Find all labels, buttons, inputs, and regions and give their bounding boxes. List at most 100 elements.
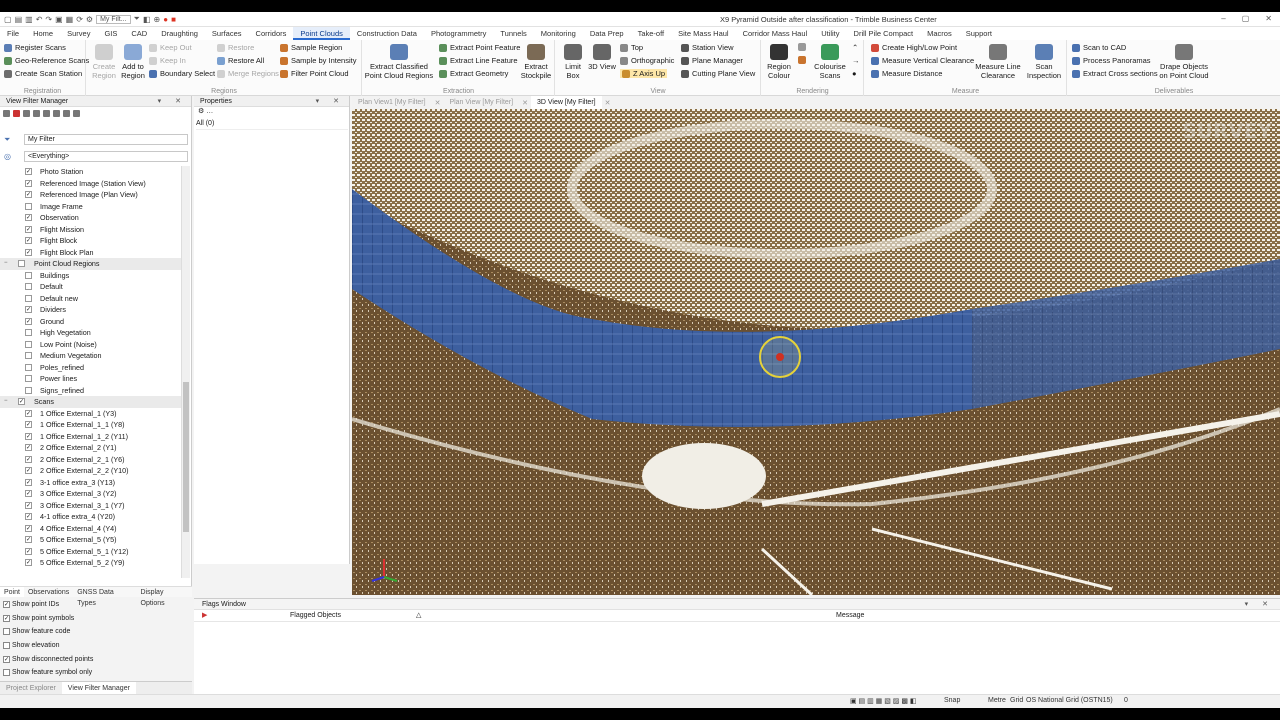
scrollbar-thumb[interactable] (183, 382, 189, 532)
open-icon[interactable]: ▤ (15, 15, 23, 24)
tree-checkbox[interactable] (25, 283, 32, 290)
option-checkbox[interactable] (3, 628, 10, 636)
minimize-icon[interactable]: – (1221, 14, 1225, 23)
properties-controls[interactable]: ▾ ✕ (316, 96, 345, 107)
tree-scrollbar[interactable] (181, 166, 190, 578)
funnel-icon[interactable]: ⏷ (134, 14, 140, 24)
tree-item[interactable]: ✓ 3-1 office extra_3 (Y13) (0, 477, 182, 489)
tree-checkbox[interactable]: ✓ (25, 478, 32, 486)
close-icon[interactable]: ✕ (1265, 14, 1272, 23)
sample-by-intensity-button[interactable]: Sample by Intensity (280, 56, 356, 65)
sample-region-button[interactable]: Sample Region (280, 43, 342, 52)
tree-item[interactable]: ✓ 2 Office External_2 (Y1) (0, 442, 182, 454)
dock-tab-view-filter-manager[interactable]: View Filter Manager (61, 682, 136, 694)
measure-line-clearance-button[interactable]: Measure Line Clearance (973, 44, 1023, 80)
copy-icon[interactable] (33, 109, 40, 117)
tree-checkbox[interactable]: ✓ (25, 214, 32, 221)
add-to-region-button[interactable]: Add to Region (119, 44, 147, 80)
tree-item[interactable]: ✓ 1 Office External_1_1 (Y8) (0, 419, 182, 431)
option-show-point-symbols[interactable]: ✓ Show point symbols (0, 612, 192, 626)
menu-tab-drill-pile-compact[interactable]: Drill Pile Compact (847, 27, 921, 40)
tree-item[interactable]: ✓ 2 Office External_2_1 (Y6) (0, 454, 182, 466)
filter-point-cloud-button[interactable]: Filter Point Cloud (280, 69, 349, 78)
tree-checkbox[interactable]: ✓ (25, 237, 32, 244)
tree-checkbox[interactable] (25, 294, 32, 302)
3d-view-button[interactable]: 3D View (588, 44, 616, 71)
tree-checkbox[interactable]: ✓ (25, 524, 32, 532)
tab-point[interactable]: Point (0, 587, 24, 597)
merge-regions-button[interactable]: Merge Regions (217, 69, 279, 78)
close-tab-icon[interactable]: ✕ (602, 99, 614, 107)
tree-checkbox[interactable]: ✓ (25, 536, 32, 543)
point-cloud-render[interactable] (352, 109, 1280, 595)
menu-tab-site-mass-haul[interactable]: Site Mass Haul (671, 27, 735, 40)
menu-tab-utility[interactable]: Utility (814, 27, 846, 40)
option-checkbox[interactable]: ✓ (3, 601, 10, 608)
tree-checkbox[interactable] (25, 340, 32, 348)
boundary-select-button[interactable]: Boundary Select (149, 69, 215, 78)
stop-icon[interactable]: ■ (171, 15, 176, 24)
layers-icon[interactable]: ◧ (143, 15, 151, 24)
tree-item[interactable]: ✓ Flight Block (0, 235, 182, 247)
menu-tab-tunnels[interactable]: Tunnels (493, 27, 533, 40)
keep-in-button[interactable]: Keep In (149, 56, 186, 65)
tree-item[interactable]: Medium Vegetation (0, 350, 182, 362)
keep-out-button[interactable]: Keep Out (149, 43, 192, 52)
flagged-objects-header[interactable]: Flagged Objects (290, 610, 341, 622)
list-icon[interactable] (3, 109, 10, 117)
tree-item[interactable]: ✓ 3 Office External_3_1 (Y7) (0, 500, 182, 512)
tree-item[interactable]: High Vegetation (0, 327, 182, 339)
menu-tab-draughting[interactable]: Draughting (154, 27, 205, 40)
menu-tab-gis[interactable]: GIS (97, 27, 124, 40)
extract-classified-button[interactable]: Extract Classified Point Cloud Regions (363, 44, 435, 80)
tree-checkbox[interactable] (18, 260, 25, 267)
option-show-disconnected-points[interactable]: ✓ Show disconnected points (0, 653, 192, 667)
tree-item[interactable]: Poles_refined (0, 362, 182, 374)
tree-checkbox[interactable] (25, 386, 32, 394)
scan-to-cad-button[interactable]: Scan to CAD (1072, 43, 1126, 52)
tree-checkbox[interactable]: ✓ (25, 225, 32, 233)
close-tab-icon[interactable]: ✕ (432, 99, 444, 107)
menu-tab-data-prep[interactable]: Data Prep (583, 27, 631, 40)
maximize-icon[interactable]: ▢ (1242, 14, 1250, 23)
tree-checkbox[interactable]: ✓ (25, 317, 32, 325)
extract-geometry-button[interactable]: Extract Geometry (439, 69, 508, 78)
tree-checkbox[interactable]: ✓ (25, 455, 32, 463)
snap-toggle[interactable]: Snap (944, 697, 960, 704)
tree-item[interactable]: ✓ 5 Office External_5 (Y5) (0, 534, 182, 546)
rendering-option-5[interactable]: ● (852, 69, 857, 78)
option-show-feature-symbol-only[interactable]: Show feature symbol only (0, 666, 192, 680)
station-view-button[interactable]: Station View (681, 43, 734, 52)
tree-item[interactable]: ✓ 5 Office External_5_2 (Y9) (0, 557, 182, 569)
tree-item[interactable]: ✓ 4-1 office extra_4 (Y20) (0, 511, 182, 523)
tree-item[interactable]: Power lines (0, 373, 182, 385)
crs-display[interactable]: OS National Grid (OSTN15) (1026, 697, 1113, 704)
3d-viewport[interactable]: SURVEY (352, 109, 1280, 595)
flags-controls[interactable]: ▾ ✕ (1245, 599, 1274, 610)
grid-icon[interactable]: ▦ (66, 15, 74, 24)
tree-item[interactable]: Buildings (0, 270, 182, 282)
sort-icon[interactable]: △ (416, 610, 421, 622)
rendering-option-3[interactable]: ⌃ (852, 43, 858, 52)
tree-checkbox[interactable]: ✓ (25, 432, 32, 440)
menu-tab-support[interactable]: Support (959, 27, 999, 40)
scan-inspection-button[interactable]: Scan Inspection (1023, 44, 1065, 80)
tree-section[interactable]: Point Cloud Regions − (0, 258, 182, 270)
dock-tab-project-explorer[interactable]: Project Explorer (0, 682, 62, 694)
menu-tab-file[interactable]: File (0, 27, 26, 40)
selection-list[interactable]: All (0) (196, 120, 348, 130)
tree-checkbox[interactable]: ✓ (25, 501, 32, 509)
rendering-option-1[interactable] (798, 43, 806, 51)
tree-section[interactable]: ✓ Scans − (0, 396, 182, 408)
option-show-point-ids[interactable]: ✓ Show point IDs (0, 598, 192, 612)
export-icon[interactable] (73, 109, 80, 117)
tree-item[interactable]: Default new (0, 293, 182, 305)
option-checkbox[interactable] (3, 642, 10, 650)
menu-tab-point-clouds[interactable]: Point Clouds (293, 27, 350, 40)
create-region-button[interactable]: Create Region (89, 44, 119, 80)
tree-item[interactable]: ✓ 1 Office External_1 (Y3) (0, 408, 182, 420)
tree-item[interactable]: ✓ Flight Mission (0, 224, 182, 236)
tree-item[interactable]: ✓ Referenced Image (Plan View) (0, 189, 182, 201)
tree-checkbox[interactable]: ✓ (25, 547, 32, 555)
panel-controls[interactable]: ▾ ✕ (158, 96, 187, 107)
